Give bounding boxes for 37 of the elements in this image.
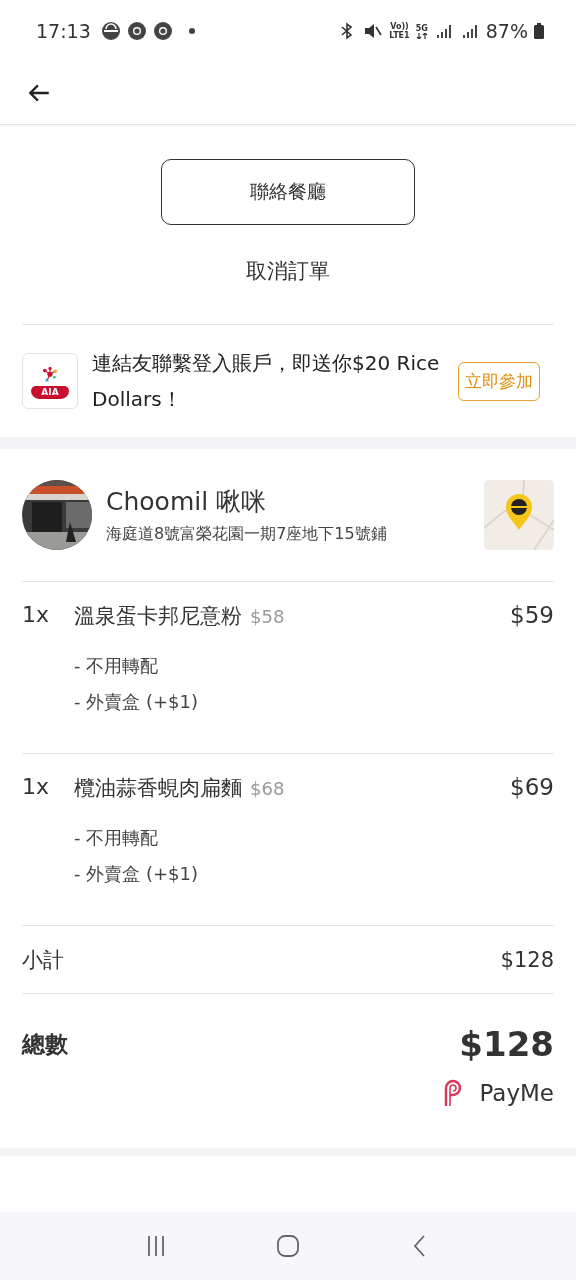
item-option: - 不用轉配	[74, 820, 511, 856]
battery-icon	[534, 23, 544, 39]
chrome-icon	[152, 21, 173, 41]
unit-price: $68	[250, 778, 285, 799]
battery-percent: 87%	[485, 20, 528, 42]
restaurant-address: 海庭道8號富榮花園一期7座地下15號鋪	[106, 524, 388, 545]
status-time: 17:13	[36, 20, 91, 42]
unit-price: $58	[250, 606, 285, 627]
map-thumbnail[interactable]	[484, 480, 554, 550]
item-price: $69	[510, 774, 554, 802]
subtotal-value: $128	[500, 947, 554, 972]
chrome-icon	[126, 21, 147, 41]
promo-text: 連結友聯繫登入賬戶，即送你$20 Rice Dollars！	[92, 350, 441, 413]
aia-logo: AIA	[22, 353, 78, 409]
home-icon[interactable]	[276, 1234, 300, 1258]
network-label: 5G	[415, 23, 428, 33]
browser-icon	[100, 21, 121, 41]
restaurant-name: Choomil 啾咪	[106, 486, 268, 518]
item-name: 溫泉蛋卡邦尼意粉	[74, 603, 242, 630]
dot-icon	[188, 28, 195, 34]
subtotal-label: 小計	[22, 946, 64, 974]
item-option: - 外賣盒 (+$1)	[74, 856, 511, 892]
payment-method: PayMe	[479, 1080, 554, 1106]
item-option: - 不用轉配	[74, 648, 511, 684]
mute-icon	[363, 21, 384, 41]
lte-label: LTE1	[389, 31, 410, 40]
item-quantity: 1x	[22, 602, 51, 629]
cancel-order-link[interactable]: 取消訂單	[246, 257, 330, 285]
volte-label: Vo))	[390, 22, 409, 31]
data-arrows-icon	[415, 32, 428, 39]
total-label: 總數	[22, 1029, 68, 1059]
item-quantity: 1x	[22, 774, 51, 801]
item-option: - 外賣盒 (+$1)	[74, 684, 511, 720]
total-value: $128	[459, 1024, 554, 1064]
item-price: $59	[510, 602, 554, 630]
contact-restaurant-button[interactable]: 聯絡餐廳	[161, 159, 415, 225]
item-name: 欖油蒜香蜆肉扁麵	[74, 775, 242, 802]
